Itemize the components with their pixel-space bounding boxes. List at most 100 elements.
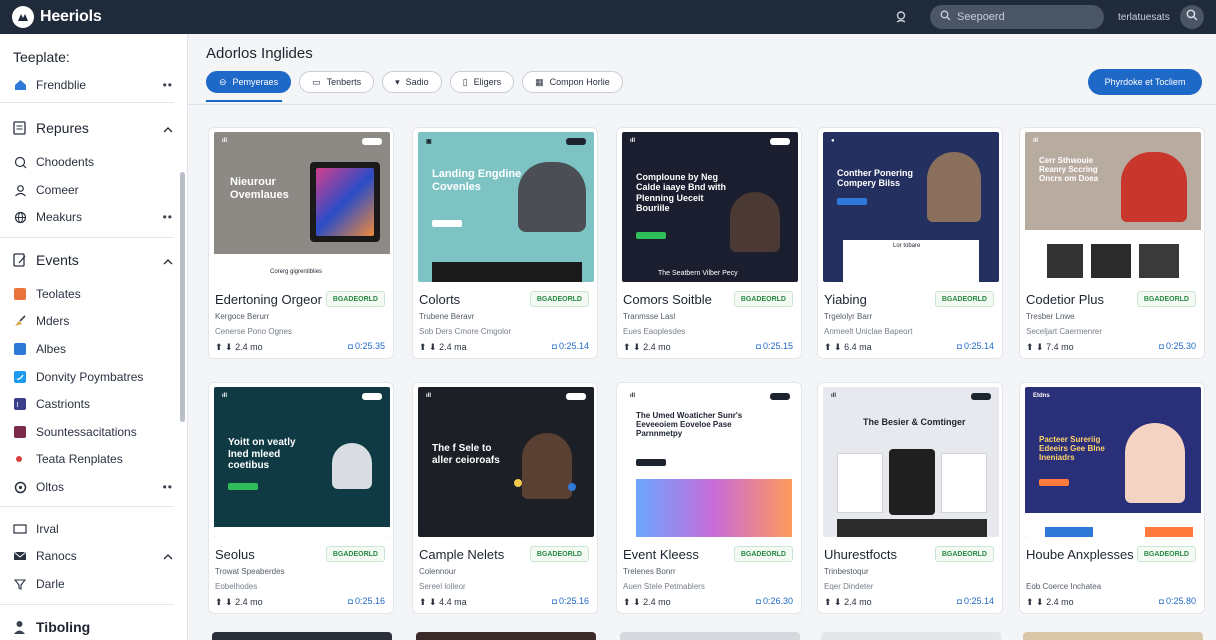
card-preview bbox=[620, 632, 800, 640]
template-thumbnail[interactable]: Etdns Pacteer Sureriig Edeeirs Gee Blne … bbox=[1025, 387, 1201, 537]
chevron-up-icon[interactable] bbox=[163, 252, 173, 268]
thumb-headline: The f Sele to aller ceioroafs bbox=[432, 443, 500, 466]
logo-icon: ● bbox=[831, 138, 835, 144]
grid-icon: ▦ bbox=[535, 76, 544, 87]
edit-document-icon bbox=[13, 253, 27, 267]
template-card[interactable]: ıll Cerr Sthwouie Reanry Sccring Oncrs o… bbox=[1019, 127, 1205, 359]
sidebar-item-mders[interactable]: Mders bbox=[13, 312, 173, 330]
person-image-icon bbox=[927, 152, 981, 222]
card-description: Sereel lolleor bbox=[419, 582, 466, 591]
section-title: Tiboling bbox=[36, 619, 91, 635]
search-input[interactable] bbox=[957, 11, 1087, 23]
card-subtitle: Colennour bbox=[419, 567, 456, 576]
template-thumbnail[interactable]: ▣ Landing Engdine Covenles bbox=[418, 132, 594, 282]
sidebar-item-irval[interactable]: Irval bbox=[13, 520, 173, 538]
sidebar-scrollbar[interactable] bbox=[180, 172, 185, 422]
template-card[interactable]: ● Conther Ponering Compery Bilss Lor tob… bbox=[817, 127, 1003, 359]
sidebar-item-donvity[interactable]: Donvity Poymbatres bbox=[13, 368, 173, 386]
thumb-headline: The Besier & Comtinger bbox=[863, 417, 966, 427]
template-card[interactable]: ▣ Landing Engdine Covenles Colorts BGADE… bbox=[412, 127, 598, 359]
sidebar-item-comeer[interactable]: Comeer bbox=[13, 181, 173, 199]
tag-icon: ◘ bbox=[1159, 341, 1164, 351]
thumb-headline: Landing Engdine Covenles bbox=[432, 168, 522, 193]
template-thumbnail[interactable]: ıll Yoitt on veatly Ined mleed coetibus bbox=[214, 387, 390, 537]
more-icon[interactable]: •• bbox=[163, 210, 173, 224]
twitter-icon bbox=[13, 370, 27, 384]
logo-icon: Etdns bbox=[1033, 393, 1050, 399]
more-icon[interactable]: •• bbox=[163, 480, 173, 494]
section-repures[interactable]: Repures bbox=[13, 120, 173, 136]
sidebar-item-label: Teolates bbox=[36, 287, 81, 301]
template-card[interactable]: ıll Nieurour Ovemlaues Corerg gigrentibl… bbox=[208, 127, 394, 359]
thumb-headline: Yoitt on veatly Ined mleed coetibus bbox=[228, 437, 296, 471]
section-events[interactable]: Events bbox=[13, 252, 173, 268]
thumb-cta bbox=[837, 198, 867, 205]
template-card[interactable]: ıll Yoitt on veatly Ined mleed coetibus … bbox=[208, 382, 394, 614]
tab-tenberts[interactable]: ▭ Tenberts bbox=[299, 71, 375, 93]
search-button[interactable] bbox=[1180, 5, 1204, 29]
sidebar-item-frendblie[interactable]: Frendblie •• bbox=[13, 76, 173, 94]
globe-icon bbox=[13, 210, 27, 224]
sidebar-item-darle[interactable]: Darle bbox=[13, 575, 173, 593]
sidebar-item-castrionts[interactable]: I Castrionts bbox=[13, 395, 173, 413]
user-icon bbox=[13, 183, 27, 197]
template-thumbnail[interactable]: ıll Cerr Sthwouie Reanry Sccring Oncrs o… bbox=[1025, 132, 1201, 282]
search-box[interactable] bbox=[930, 5, 1104, 29]
home-icon bbox=[13, 78, 27, 92]
sidebar-item-teata-renplates[interactable]: Teata Renplates bbox=[13, 450, 173, 468]
template-thumbnail[interactable]: ıll Nieurour Ovemlaues Corerg gigrentibl… bbox=[214, 132, 390, 282]
notification-icon[interactable] bbox=[890, 6, 912, 28]
chevron-up-icon[interactable] bbox=[163, 549, 173, 563]
template-thumbnail[interactable]: ıll The Besier & Comtinger bbox=[823, 387, 999, 537]
chevron-up-icon[interactable] bbox=[163, 120, 173, 136]
price-value: 0:25.14 bbox=[963, 596, 994, 606]
card-preview bbox=[212, 632, 392, 640]
user-menu-text[interactable]: terlatuesats bbox=[1118, 12, 1170, 23]
tab-sadio[interactable]: ▾ Sadio bbox=[382, 71, 442, 93]
sidebar-item-label: Comeer bbox=[36, 183, 79, 197]
sidebar-item-teolates[interactable]: Teolates bbox=[13, 285, 173, 303]
sidebar-item-albes[interactable]: Albes bbox=[13, 340, 173, 358]
template-thumbnail[interactable]: ● Conther Ponering Compery Bilss Lor tob… bbox=[823, 132, 999, 282]
template-card[interactable]: ıll The f Sele to aller ceioroafs Cample… bbox=[412, 382, 598, 614]
card-subtitle: Tresber Lnwe bbox=[1026, 312, 1075, 321]
phone-icon: ▯ bbox=[462, 76, 468, 87]
thumb-caption: Lor tobare bbox=[893, 243, 921, 249]
template-card[interactable]: ıll Comploune by Neg Calde iaaye Bnd wit… bbox=[616, 127, 802, 359]
tab-eligers[interactable]: ▯ Eligers bbox=[449, 71, 515, 93]
template-card[interactable]: ıll The Umed Woaticher Sunr's Eeveeoiem … bbox=[616, 382, 802, 614]
card-price: ◘ 0:25.16 bbox=[552, 596, 589, 606]
template-card[interactable]: Etdns Pacteer Sureriig Edeeirs Gee Blne … bbox=[1019, 382, 1205, 614]
primary-cta-button[interactable]: Phyrdoke et Tocliem bbox=[1088, 69, 1202, 95]
sidebar-item-choodents[interactable]: Choodents bbox=[13, 153, 173, 171]
thumb-button bbox=[566, 138, 586, 145]
tab-compon-horlie[interactable]: ▦ Compon Horlie bbox=[522, 71, 623, 93]
thumb-button bbox=[566, 393, 586, 400]
card-subtitle: Kergoce Berurr bbox=[215, 312, 270, 321]
sidebar-item-ranocs[interactable]: Ranocs bbox=[13, 547, 173, 565]
orange-square-icon bbox=[13, 287, 27, 301]
template-thumbnail[interactable]: ıll The Umed Woaticher Sunr's Eeveeoiem … bbox=[622, 387, 798, 537]
circle-icon bbox=[13, 480, 27, 494]
card-description: Eqer Dindeter bbox=[824, 582, 874, 591]
template-thumbnail[interactable]: ıll The f Sele to aller ceioroafs bbox=[418, 387, 594, 537]
logo-icon: ıll bbox=[630, 393, 636, 399]
tab-pemyeraes[interactable]: ⊖ Pemyeraes bbox=[206, 71, 292, 93]
minus-circle-icon: ⊖ bbox=[219, 76, 227, 87]
price-value: 0:25.14 bbox=[558, 341, 589, 351]
sidebar-item-meakurs[interactable]: Meakurs •• bbox=[13, 208, 173, 226]
card-preview bbox=[1023, 632, 1203, 640]
section-tiboling[interactable]: Tiboling bbox=[13, 619, 173, 635]
card-subtitle: Eob Coerce Inchatea bbox=[1026, 582, 1102, 591]
sidebar: Teeplate: Frendblie •• Repures Choodents… bbox=[0, 34, 188, 640]
template-thumbnail[interactable]: ıll Comploune by Neg Calde iaaye Bnd wit… bbox=[622, 132, 798, 282]
more-icon[interactable]: •• bbox=[163, 78, 173, 92]
rect-icon: ▭ bbox=[312, 76, 321, 87]
thumb-button bbox=[362, 138, 382, 145]
app-logo-icon[interactable] bbox=[12, 6, 34, 28]
thumb-headline: The Umed Woaticher Sunr's Eeveeoiem Eove… bbox=[636, 411, 743, 439]
sidebar-item-sountessacitations[interactable]: Sountessacitations bbox=[13, 423, 173, 441]
sidebar-item-oltos[interactable]: Oltos •• bbox=[13, 478, 173, 496]
thumb-headline: Comploune by Neg Calde iaaye Bnd with Pl… bbox=[636, 172, 727, 214]
template-card[interactable]: ıll The Besier & Comtinger Uhurestfocts … bbox=[817, 382, 1003, 614]
